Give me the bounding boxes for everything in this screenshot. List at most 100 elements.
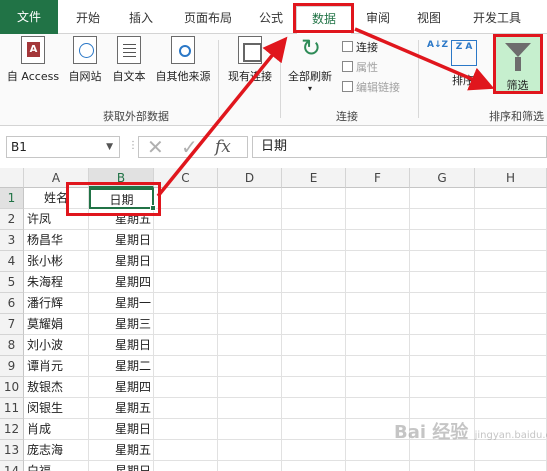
- from-web-button[interactable]: 自网站: [64, 36, 106, 84]
- empty-cell[interactable]: [346, 293, 410, 314]
- empty-cell[interactable]: [475, 230, 547, 251]
- empty-cell[interactable]: [475, 272, 547, 293]
- empty-cell[interactable]: [282, 314, 346, 335]
- row-header[interactable]: 4: [0, 251, 24, 272]
- empty-cell[interactable]: [218, 398, 282, 419]
- row-header[interactable]: 8: [0, 335, 24, 356]
- empty-cell[interactable]: [154, 419, 218, 440]
- row-header[interactable]: 11: [0, 398, 24, 419]
- empty-cell[interactable]: [218, 461, 282, 471]
- tab-home[interactable]: 开始: [68, 6, 108, 30]
- empty-cell[interactable]: [475, 209, 547, 230]
- column-header-e[interactable]: E: [282, 168, 346, 188]
- refresh-all-button[interactable]: 全部刷新 ▾: [284, 34, 336, 93]
- cell-name[interactable]: 庞志海: [24, 440, 89, 461]
- empty-cell[interactable]: [218, 419, 282, 440]
- empty-cell[interactable]: [218, 293, 282, 314]
- cell-date[interactable]: 星期日: [89, 461, 154, 471]
- connections-button[interactable]: 连接: [342, 38, 400, 58]
- empty-cell[interactable]: [154, 293, 218, 314]
- empty-cell[interactable]: [346, 230, 410, 251]
- cell-name[interactable]: 莫耀娟: [24, 314, 89, 335]
- empty-cell[interactable]: [410, 293, 475, 314]
- empty-cell[interactable]: [346, 398, 410, 419]
- formula-input[interactable]: 日期: [252, 136, 547, 158]
- empty-cell[interactable]: [346, 209, 410, 230]
- empty-cell[interactable]: [410, 356, 475, 377]
- empty-cell[interactable]: [346, 335, 410, 356]
- cell-date[interactable]: 星期五: [89, 440, 154, 461]
- cell-name[interactable]: 敖银杰: [24, 377, 89, 398]
- row-header[interactable]: 2: [0, 209, 24, 230]
- name-box[interactable]: B1 ▼: [6, 136, 120, 158]
- empty-cell[interactable]: [346, 251, 410, 272]
- empty-cell[interactable]: [475, 377, 547, 398]
- row-header[interactable]: 7: [0, 314, 24, 335]
- enter-check-icon[interactable]: ✓: [181, 135, 198, 159]
- row-header[interactable]: 6: [0, 293, 24, 314]
- empty-cell[interactable]: [410, 230, 475, 251]
- cell-name[interactable]: 肖成: [24, 419, 89, 440]
- empty-cell[interactable]: [410, 251, 475, 272]
- chevron-down-icon[interactable]: ▼: [106, 137, 113, 157]
- empty-cell[interactable]: [154, 209, 218, 230]
- empty-cell[interactable]: [346, 356, 410, 377]
- edit-links-button[interactable]: 编辑链接: [342, 78, 400, 98]
- empty-cell[interactable]: [154, 398, 218, 419]
- empty-cell[interactable]: [154, 440, 218, 461]
- cell-date[interactable]: 星期日: [89, 251, 154, 272]
- empty-cell[interactable]: [218, 209, 282, 230]
- column-header-d[interactable]: D: [218, 168, 282, 188]
- empty-cell[interactable]: [475, 251, 547, 272]
- empty-cell[interactable]: [218, 314, 282, 335]
- empty-cell[interactable]: [410, 461, 475, 471]
- empty-cell[interactable]: [154, 356, 218, 377]
- empty-cell[interactable]: [410, 398, 475, 419]
- empty-cell[interactable]: [282, 419, 346, 440]
- cancel-icon[interactable]: ✕: [147, 135, 164, 159]
- insert-function-icon[interactable]: fx: [215, 137, 231, 157]
- empty-cell[interactable]: [475, 461, 547, 471]
- column-header-g[interactable]: G: [410, 168, 475, 188]
- row-header[interactable]: 10: [0, 377, 24, 398]
- empty-cell[interactable]: [475, 356, 547, 377]
- empty-cell[interactable]: [475, 188, 547, 209]
- empty-cell[interactable]: [282, 335, 346, 356]
- empty-cell[interactable]: [154, 335, 218, 356]
- empty-cell[interactable]: [282, 293, 346, 314]
- column-header-h[interactable]: H: [475, 168, 547, 188]
- empty-cell[interactable]: [282, 251, 346, 272]
- empty-cell[interactable]: [154, 251, 218, 272]
- cell-name[interactable]: 潘行辉: [24, 293, 89, 314]
- cell-date[interactable]: 星期一: [89, 293, 154, 314]
- empty-cell[interactable]: [154, 314, 218, 335]
- empty-cell[interactable]: [282, 461, 346, 471]
- column-header-c[interactable]: C: [154, 168, 218, 188]
- cell-date[interactable]: 星期二: [89, 356, 154, 377]
- cell-date[interactable]: 星期日: [89, 419, 154, 440]
- empty-cell[interactable]: [410, 272, 475, 293]
- cell-date[interactable]: 星期四: [89, 377, 154, 398]
- empty-cell[interactable]: [218, 251, 282, 272]
- cell-date[interactable]: 星期四: [89, 272, 154, 293]
- empty-cell[interactable]: [410, 335, 475, 356]
- cell-name[interactable]: 白福: [24, 461, 89, 471]
- column-header-f[interactable]: F: [346, 168, 410, 188]
- empty-cell[interactable]: [346, 461, 410, 471]
- cell-date[interactable]: 星期五: [89, 398, 154, 419]
- empty-cell[interactable]: [475, 398, 547, 419]
- properties-button[interactable]: 属性: [342, 58, 400, 78]
- cell-name[interactable]: 朱海程: [24, 272, 89, 293]
- tab-formulas[interactable]: 公式: [251, 6, 291, 30]
- from-access-button[interactable]: 自 Access: [4, 36, 62, 84]
- empty-cell[interactable]: [346, 272, 410, 293]
- empty-cell[interactable]: [218, 377, 282, 398]
- empty-cell[interactable]: [154, 230, 218, 251]
- row-header[interactable]: 3: [0, 230, 24, 251]
- existing-connections-button[interactable]: 现有连接: [224, 36, 276, 84]
- sort-button[interactable]: Z A: [451, 40, 477, 66]
- empty-cell[interactable]: [282, 440, 346, 461]
- empty-cell[interactable]: [218, 335, 282, 356]
- empty-cell[interactable]: [218, 188, 282, 209]
- empty-cell[interactable]: [410, 209, 475, 230]
